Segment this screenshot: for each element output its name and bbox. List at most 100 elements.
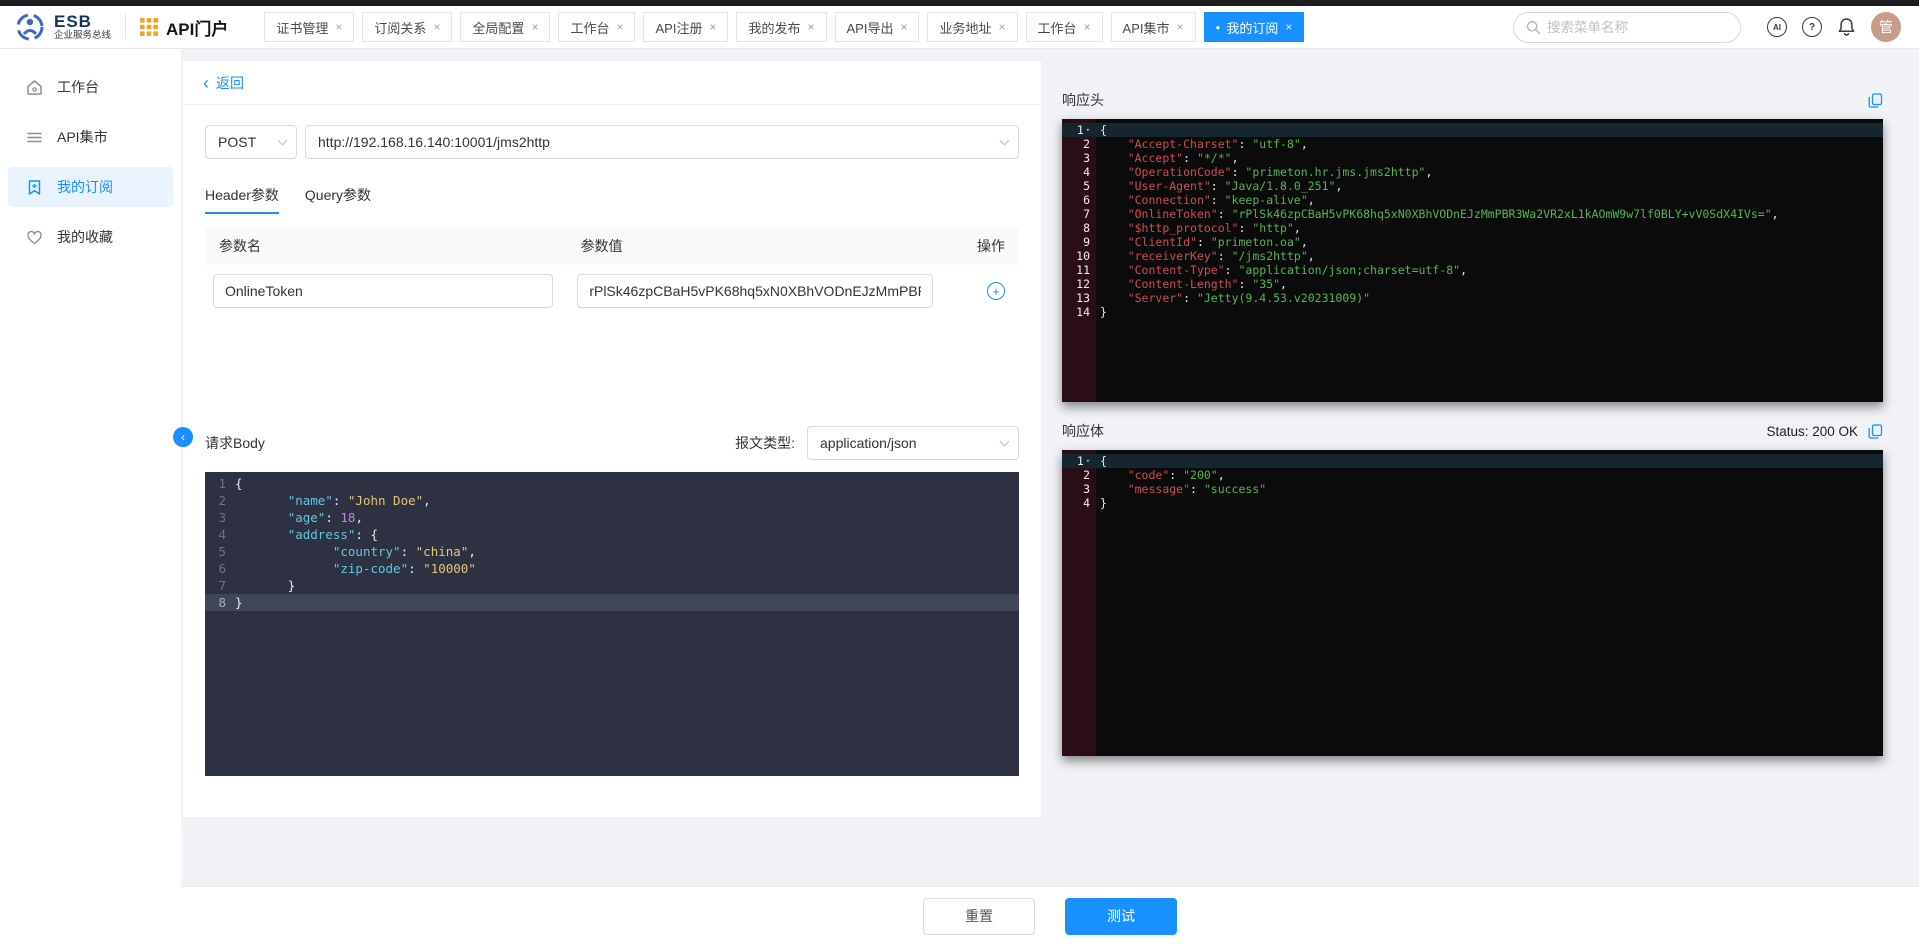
code-text: "Connection": "keep-alive", [1096, 193, 1883, 207]
response-headers-viewer[interactable]: 1▾{2 "Accept-Charset": "utf-8",3 "Accept… [1062, 119, 1883, 402]
request-test-card: ‹ 返回 POST Header参数 Query参数 参数名 参数值 操作 [183, 61, 1041, 817]
code-line: 6 "Connection": "keep-alive", [1062, 193, 1883, 207]
window-tab[interactable]: 业务地址× [927, 12, 1017, 42]
ai-assistant-icon[interactable]: AI [1767, 17, 1787, 37]
line-number: 9 [1062, 235, 1096, 249]
window-tab[interactable]: 全局配置× [460, 12, 550, 42]
sidebar-item-my-favorites[interactable]: 我的收藏 [8, 217, 173, 257]
panel-collapse-handle[interactable]: ‹ [173, 427, 193, 447]
line-number: 2 [1062, 137, 1096, 151]
line-number: 8 [205, 594, 235, 611]
code-text: } [1096, 305, 1883, 319]
search-input[interactable] [1547, 20, 1728, 35]
esb-logo-icon [14, 11, 46, 43]
code-line: 10 "receiverKey": "/jms2http", [1062, 249, 1883, 263]
close-icon[interactable]: × [1285, 20, 1292, 34]
code-line: 4} [1062, 496, 1883, 510]
response-body-title: 响应体 [1062, 421, 1104, 441]
window-tab[interactable]: API导出× [835, 12, 920, 42]
code-text: "Accept": "*/*", [1096, 151, 1883, 165]
window-tab[interactable]: API集市× [1111, 12, 1196, 42]
param-name-input[interactable] [213, 274, 553, 308]
portal-title-group: API门户 [140, 15, 228, 40]
window-tab[interactable]: 工作台× [558, 12, 635, 42]
sidebar-item-api-market[interactable]: API集市 [8, 117, 173, 157]
window-tab[interactable]: 工作台× [1026, 12, 1103, 42]
fold-arrow-icon[interactable]: ▾ [1086, 457, 1090, 465]
line-number: 3 [1062, 151, 1096, 165]
tab-query-params[interactable]: Query参数 [305, 185, 371, 214]
line-number: 1▾ [1062, 454, 1096, 468]
close-icon[interactable]: × [433, 20, 440, 34]
window-tab-label: 我的发布 [748, 18, 800, 37]
line-number: 10 [1062, 249, 1096, 263]
param-value-input[interactable] [577, 274, 933, 308]
close-icon[interactable]: × [616, 20, 623, 34]
topbar-icons: AI ? 管 [1767, 12, 1901, 42]
menu-search[interactable] [1513, 12, 1741, 43]
method-select[interactable]: POST [205, 125, 297, 159]
close-icon[interactable]: × [335, 20, 342, 34]
line-number: 8 [1062, 221, 1096, 235]
reset-button[interactable]: 重置 [923, 898, 1035, 935]
code-line: 11 "Content-Type": "application/json;cha… [1062, 263, 1883, 277]
test-button[interactable]: 测试 [1065, 898, 1177, 935]
code-text: "User-Agent": "Java/1.8.0_251", [1096, 179, 1883, 193]
help-icon[interactable]: ? [1802, 17, 1822, 37]
content-type-select[interactable]: application/json [807, 426, 1019, 460]
back-chevron-icon: ‹ [203, 76, 209, 90]
close-icon[interactable]: × [900, 20, 907, 34]
url-combo[interactable] [305, 125, 1019, 159]
fold-arrow-icon[interactable]: ▾ [1086, 126, 1090, 134]
line-number: 3 [205, 509, 235, 526]
close-icon[interactable]: × [999, 20, 1006, 34]
window-tab[interactable]: 订阅关系× [362, 12, 452, 42]
url-input[interactable] [318, 134, 1001, 150]
line-number: 1 [205, 475, 235, 492]
code-line: 2 "name": "John Doe", [205, 492, 1019, 509]
request-body-editor[interactable]: 1{2 "name": "John Doe",3 "age": 18,4 "ad… [205, 472, 1019, 776]
response-panel: 响应头 1▾{2 "Accept-Charset": "utf-8",3 "Ac… [1062, 90, 1883, 756]
close-icon[interactable]: × [709, 20, 716, 34]
copy-icon[interactable] [1868, 424, 1883, 439]
close-icon[interactable]: × [1084, 20, 1091, 34]
close-icon[interactable]: × [807, 20, 814, 34]
add-param-button[interactable]: + [987, 282, 1005, 300]
code-text: "age": 18, [235, 509, 1019, 526]
code-line: 5 "country": "china", [205, 543, 1019, 560]
window-tab-label: 证书管理 [276, 18, 328, 37]
column-header-value: 参数值 [581, 236, 957, 256]
code-text: { [1096, 454, 1883, 468]
back-label: 返回 [216, 73, 244, 93]
user-avatar[interactable]: 管 [1871, 12, 1901, 42]
back-link[interactable]: ‹ 返回 [183, 61, 1041, 105]
code-text: "address": { [235, 526, 1019, 543]
code-line: 3 "age": 18, [205, 509, 1019, 526]
window-tab[interactable]: API注册× [643, 12, 728, 42]
code-text: } [235, 577, 1019, 594]
code-line: 6 "zip-code": "10000" [205, 560, 1019, 577]
sidebar-item-label: 我的收藏 [57, 227, 113, 247]
list-icon [26, 129, 43, 146]
window-tab[interactable]: 我的发布 × [736, 12, 826, 42]
close-icon[interactable]: × [531, 20, 538, 34]
code-line: 13 "Server": "Jetty(9.4.53.v20231009)" [1062, 291, 1883, 305]
code-text: "message": "success" [1096, 482, 1883, 496]
code-text: } [1096, 496, 1883, 510]
copy-icon[interactable] [1868, 93, 1883, 108]
home-icon [26, 79, 43, 96]
response-body-viewer[interactable]: 1▾{2 "code": "200",3 "message": "success… [1062, 450, 1883, 756]
close-icon[interactable]: × [1177, 20, 1184, 34]
tab-header-params[interactable]: Header参数 [205, 185, 279, 214]
brand-name: ESB [54, 13, 111, 31]
sidebar-item-label: API集市 [57, 127, 108, 147]
code-line: 4 "address": { [205, 526, 1019, 543]
window-tab[interactable]: 证书管理 × [264, 12, 354, 42]
action-footer: 重置 测试 [181, 886, 1919, 945]
sidebar-item-my-subscriptions[interactable]: 我的订阅 [8, 167, 173, 207]
window-tab[interactable]: 我的订阅× [1204, 12, 1305, 42]
code-text: "Content-Type": "application/json;charse… [1096, 263, 1883, 277]
status-badge: Status: 200 OK [1766, 424, 1858, 439]
bell-icon[interactable] [1837, 17, 1856, 37]
sidebar-item-workbench[interactable]: 工作台 [8, 67, 173, 107]
